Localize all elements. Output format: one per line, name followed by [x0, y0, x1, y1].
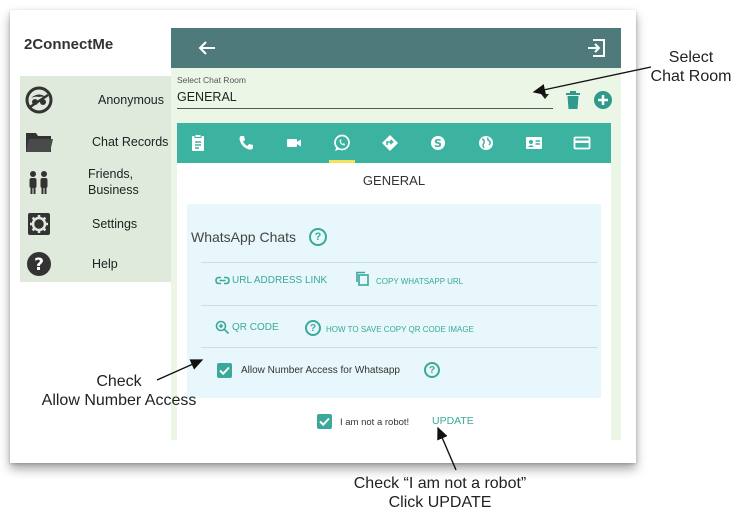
annotation-check-allow-number-access: Check Allow Number Access	[41, 373, 197, 409]
divider	[201, 347, 597, 348]
add-circle-icon[interactable]	[593, 90, 613, 110]
whatsapp-card: GENERAL WhatsApp Chats ? URL ADDRESS LIN…	[177, 163, 611, 440]
sidebar-item-friends-business[interactable]: Friends, Business	[20, 162, 176, 202]
divider	[201, 262, 597, 263]
channel-tab-bar: S	[177, 123, 611, 163]
link-icon	[215, 276, 230, 285]
chat-room-select[interactable]: GENERAL	[177, 87, 553, 109]
sidebar-item-label: Help	[92, 257, 118, 271]
tab-video[interactable]	[277, 123, 311, 163]
people-icon	[29, 171, 48, 194]
sidebar-item-label: Friends, Business	[88, 167, 139, 197]
help-circle-icon: ?	[27, 252, 51, 276]
annotation-check-robot-update: Check “I am not a robot” Click UPDATE	[353, 475, 527, 511]
not-robot-checkbox[interactable]	[317, 414, 332, 429]
sidebar-item-help[interactable]: ? Help	[20, 246, 176, 282]
phone-icon	[239, 136, 253, 150]
help-icon[interactable]: ?	[309, 228, 327, 246]
sidebar-item-settings[interactable]: Settings	[20, 206, 176, 242]
divider	[201, 305, 597, 306]
sidebar-item-chat-records[interactable]: Chat Records	[20, 124, 176, 160]
annotation-select-chat-room: Select Chat Room	[650, 49, 732, 85]
incognito-icon	[25, 86, 53, 114]
card-title: GENERAL	[362, 173, 426, 188]
video-icon	[287, 139, 301, 147]
tab-directions[interactable]	[373, 123, 407, 163]
main-panel: Select Chat Room GENERAL S GENERAL Whats…	[171, 28, 621, 440]
allow-number-access-label: Allow Number Access for Whatsapp	[241, 365, 400, 376]
sidebar-item-label: Chat Records	[92, 135, 169, 149]
tab-web[interactable]	[469, 123, 503, 163]
globe-icon	[479, 136, 493, 150]
update-button[interactable]: UPDATE	[432, 415, 474, 427]
sidebar-item-label: Anonymous	[98, 93, 165, 107]
tab-notes[interactable]	[181, 123, 215, 163]
url-address-link[interactable]: URL ADDRESS LINK	[232, 275, 327, 286]
sidebar-item-anonymous[interactable]: Anonymous	[20, 82, 176, 118]
trash-icon[interactable]	[565, 91, 581, 109]
chat-room-value: GENERAL	[177, 90, 237, 104]
app-name: 2ConnectMe	[24, 36, 114, 53]
directions-icon	[382, 135, 398, 151]
stage: 2ConnectMe Anonymous Chat Records Friend…	[0, 0, 753, 526]
chevron-down-icon	[541, 94, 549, 99]
gear-icon	[28, 213, 50, 235]
svg-text:?: ?	[34, 255, 44, 275]
section-title: WhatsApp Chats	[191, 229, 297, 245]
top-app-bar	[171, 28, 621, 68]
tab-phone[interactable]	[229, 123, 263, 163]
folder-icon	[26, 133, 53, 152]
tab-skype[interactable]: S	[421, 123, 455, 163]
help-icon[interactable]: ?	[305, 320, 321, 336]
how-to-save-qr-link[interactable]: HOW TO SAVE COPY QR CODE IMAGE	[326, 325, 474, 334]
sidebar-menu: Anonymous Chat Records Friends, Business…	[20, 76, 176, 282]
tab-contact[interactable]	[517, 123, 551, 163]
qr-code-button[interactable]: QR CODE	[232, 322, 279, 333]
whatsapp-settings-box: WhatsApp Chats ? URL ADDRESS LINK COPY W…	[187, 204, 601, 398]
clipboard-icon	[192, 134, 204, 151]
exit-icon[interactable]	[585, 36, 609, 60]
tab-card[interactable]	[565, 123, 599, 163]
back-arrow-icon[interactable]	[195, 36, 219, 60]
check-icon	[319, 417, 330, 427]
skype-icon: S	[431, 136, 445, 150]
card-icon	[573, 136, 591, 150]
sidebar-item-label: Settings	[92, 217, 138, 231]
tab-whatsapp[interactable]	[325, 123, 359, 163]
help-icon[interactable]: ?	[424, 362, 440, 378]
zoom-in-icon	[215, 320, 230, 335]
copy-icon	[356, 271, 369, 286]
svg-text:S: S	[434, 137, 442, 150]
contact-card-icon	[526, 137, 542, 149]
chat-room-label: Select Chat Room	[177, 75, 246, 85]
whatsapp-icon	[334, 134, 350, 151]
copy-whatsapp-url-button[interactable]: COPY WHATSAPP URL	[376, 277, 463, 286]
not-robot-label: I am not a robot!	[340, 417, 410, 428]
